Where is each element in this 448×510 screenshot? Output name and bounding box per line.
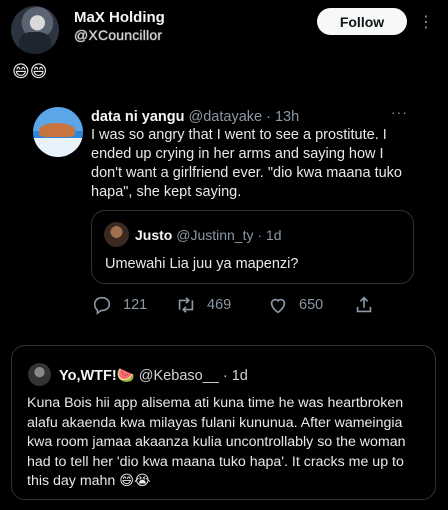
avatar[interactable] — [28, 363, 51, 386]
tweet-header: MaX Holding @XCouncillor Follow ⋮ — [0, 0, 448, 56]
card-author-meta: @Kebaso__ · 1d — [134, 368, 248, 384]
like-button[interactable]: 650 — [267, 294, 323, 316]
reply-count: 121 — [123, 297, 148, 313]
tweet-actions: 121 469 650 — [91, 294, 391, 318]
retweet-count: 469 — [207, 297, 232, 313]
tweet-body: I was so angry that I went to see a pros… — [91, 127, 402, 200]
reply-icon — [93, 296, 111, 315]
quote-author-name[interactable]: Justo — [135, 227, 172, 243]
card-author-line: Yo,WTF!🍉 @Kebaso__ · 1d — [59, 367, 248, 384]
author-name[interactable]: MaX Holding — [74, 9, 165, 26]
author-handle[interactable]: @XCouncillor — [74, 27, 162, 43]
quote-card[interactable]: Yo,WTF!🍉 @Kebaso__ · 1d Kuna Bois hii ap… — [11, 345, 436, 500]
avatar[interactable] — [33, 107, 83, 157]
tweet-author-name[interactable]: data ni yangu — [91, 109, 184, 125]
quote-author-meta: @Justinn_ty · 1d — [172, 227, 282, 243]
avatar[interactable] — [104, 222, 129, 247]
quote-body: Umewahi Lia juu ya mapenzi? — [105, 256, 299, 272]
reply-button[interactable]: 121 — [91, 294, 147, 316]
tweet-author-meta: @datayake · 13h — [184, 109, 300, 125]
share-button[interactable] — [353, 294, 385, 316]
avatar[interactable] — [11, 6, 59, 54]
tweet-author-line: data ni yangu @datayake · 13h — [91, 109, 299, 125]
embedded-tweet[interactable]: data ni yangu @datayake · 13h ··· I was … — [0, 96, 448, 326]
card-author-name[interactable]: Yo,WTF!🍉 — [59, 368, 135, 384]
share-icon — [356, 296, 372, 313]
like-count: 650 — [299, 297, 324, 313]
tweet-text: 😄😄 — [12, 62, 48, 81]
follow-button[interactable]: Follow — [317, 8, 407, 35]
retweet-icon — [178, 297, 194, 313]
quoted-tweet[interactable]: Justo @Justinn_ty · 1d Umewahi Lia juu y… — [91, 210, 414, 284]
card-body: Kuna Bois hii app alisema ati kuna time … — [27, 395, 406, 489]
heart-icon — [270, 298, 286, 314]
quote-author-line: Justo @Justinn_ty · 1d — [135, 227, 282, 243]
more-options-icon[interactable]: ⋮ — [418, 12, 435, 32]
retweet-button[interactable]: 469 — [175, 294, 231, 316]
more-options-icon[interactable]: ··· — [391, 104, 408, 120]
